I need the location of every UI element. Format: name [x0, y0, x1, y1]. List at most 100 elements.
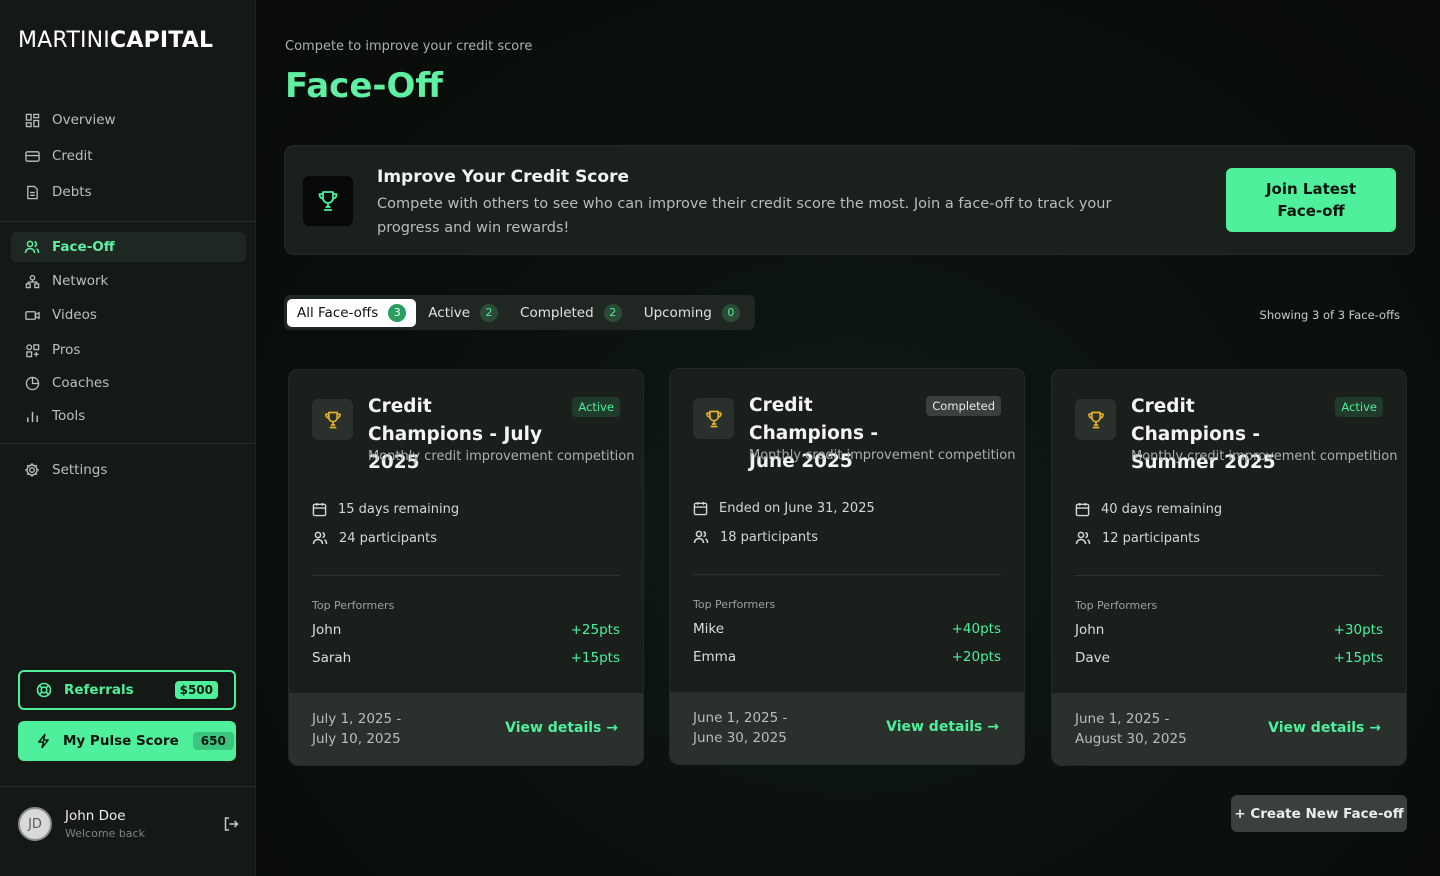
card-description: Monthly credit improvement competition [749, 448, 1016, 463]
sidebar-divider [0, 786, 255, 787]
user-name: John Doe [65, 808, 126, 824]
info-banner: Improve Your Credit Score Compete with o… [284, 145, 1415, 255]
performer-points: +15pts [1333, 650, 1383, 666]
remaining-text: 15 days remaining [338, 502, 460, 517]
card-participants: 18 participants [693, 529, 818, 545]
banner-title: Improve Your Credit Score [377, 167, 629, 187]
sidebar-item-label: Settings [52, 462, 108, 478]
card-footer: June 1, 2025 - August 30, 2025 View deta… [1052, 693, 1406, 765]
view-details-link[interactable]: View details → [505, 720, 618, 736]
logout-icon[interactable] [223, 816, 239, 832]
main-content: Compete to improve your credit score Fac… [256, 0, 1440, 876]
page-title: Face-Off [285, 66, 443, 106]
performer-points: +15pts [570, 650, 620, 666]
performer-row: Emma +20pts [693, 649, 1001, 665]
status-badge: Active [1335, 397, 1383, 417]
card-divider [1075, 575, 1383, 576]
performer-name: Dave [1075, 650, 1110, 666]
user-welcome: Welcome back [65, 827, 145, 840]
sidebar-item-videos[interactable]: Videos [11, 300, 246, 330]
sidebar-item-overview[interactable]: Overview [11, 105, 246, 135]
tab-count: 3 [388, 303, 407, 322]
join-latest-button[interactable]: Join Latest Face-off [1226, 168, 1396, 232]
sidebar-item-credit[interactable]: Credit [11, 141, 246, 171]
card-dates: June 1, 2025 - June 30, 2025 [693, 708, 787, 748]
remaining-text: 40 days remaining [1101, 502, 1223, 517]
brand-logo[interactable]: MARTINICAPITAL [18, 28, 213, 53]
card-remaining: Ended on June 31, 2025 [693, 501, 875, 516]
card-footer: June 1, 2025 - June 30, 2025 View detail… [670, 692, 1024, 764]
tab-count: 2 [603, 303, 622, 322]
trophy-icon [303, 176, 353, 226]
sidebar-item-network[interactable]: Network [11, 266, 246, 296]
performer-row: John +30pts [1075, 622, 1383, 638]
sidebar: MARTINICAPITAL Overview Credit Debts Fac… [0, 0, 256, 876]
view-details-link[interactable]: View details → [1268, 720, 1381, 736]
users-icon [1075, 530, 1091, 546]
grid-icon [24, 112, 40, 128]
users-icon [693, 529, 709, 545]
apps-icon [24, 342, 40, 358]
date-end: July 10, 2025 [312, 731, 401, 747]
pulse-score-button[interactable]: My Pulse Score 650 [18, 721, 236, 761]
view-details-link[interactable]: View details → [886, 719, 999, 735]
trophy-icon [693, 398, 734, 439]
banner-text: Compete with others to see who can impro… [377, 196, 1112, 236]
performer-points: +25pts [570, 622, 620, 638]
tab-label: All Face-offs [297, 304, 379, 321]
sidebar-item-coaches[interactable]: Coaches [11, 368, 246, 398]
users-icon [312, 530, 328, 546]
tab-all[interactable]: All Face-offs 3 [287, 298, 417, 327]
top-performers-label: Top Performers [1075, 599, 1158, 612]
referrals-button[interactable]: Referrals $500 [18, 670, 236, 710]
sidebar-item-label: Network [52, 273, 109, 289]
tab-label: Active [428, 304, 471, 321]
pulse-score-label: My Pulse Score [63, 733, 179, 749]
create-face-off-button[interactable]: + Create New Face-off [1231, 795, 1407, 832]
brand-part1: MARTINI [18, 28, 110, 53]
tab-completed[interactable]: Completed 2 [510, 299, 632, 327]
brand-part2: CAPITAL [110, 28, 214, 53]
sidebar-item-face-off[interactable]: Face-Off [11, 232, 246, 262]
participants-text: 24 participants [339, 530, 438, 546]
face-off-card: Credit Champions - Summer 2025 Active Mo… [1051, 369, 1407, 766]
referrals-label: Referrals [64, 682, 134, 698]
tab-label: Completed [520, 304, 594, 321]
lightning-icon [36, 733, 51, 749]
gear-icon [24, 462, 40, 478]
card-title: Credit Champions - June 2025 [749, 395, 879, 472]
date-start: June 1, 2025 - [693, 710, 788, 726]
users-icon [24, 239, 40, 255]
sidebar-item-settings[interactable]: Settings [11, 455, 246, 485]
tab-label: Upcoming [643, 304, 712, 321]
card-description: Monthly credit improvement competition [368, 449, 635, 464]
avatar[interactable]: JD [18, 807, 52, 841]
remaining-text: Ended on June 31, 2025 [719, 501, 875, 516]
sidebar-item-pros[interactable]: Pros [11, 335, 246, 365]
card-description: Monthly credit improvement competition [1131, 449, 1398, 464]
tab-active[interactable]: Active 2 [418, 299, 508, 327]
sidebar-item-label: Credit [52, 148, 93, 164]
face-off-card: Credit Champions - July 2025 Active Mont… [288, 369, 644, 766]
trophy-icon [1075, 399, 1116, 440]
sidebar-item-tools[interactable]: Tools [11, 401, 246, 431]
sidebar-item-debts[interactable]: Debts [11, 177, 246, 207]
pie-icon [24, 375, 40, 391]
card-remaining: 40 days remaining [1075, 502, 1222, 517]
network-icon [24, 273, 40, 289]
sidebar-item-label: Overview [52, 112, 116, 128]
performer-name: Mike [693, 621, 725, 637]
performer-row: John +25pts [312, 622, 620, 638]
tab-count: 0 [721, 303, 740, 322]
date-start: June 1, 2025 - [1075, 711, 1170, 727]
participants-text: 12 participants [1102, 530, 1201, 546]
pulse-score-badge: 650 [192, 732, 234, 750]
sidebar-item-label: Pros [52, 342, 81, 358]
tab-upcoming[interactable]: Upcoming 0 [634, 299, 750, 327]
performer-points: +40pts [951, 621, 1001, 637]
performer-row: Sarah +15pts [312, 650, 620, 666]
document-icon [24, 184, 40, 200]
performer-row: Mike +40pts [693, 621, 1001, 637]
performer-name: John [312, 622, 342, 638]
page-subtitle: Compete to improve your credit score [285, 39, 533, 54]
